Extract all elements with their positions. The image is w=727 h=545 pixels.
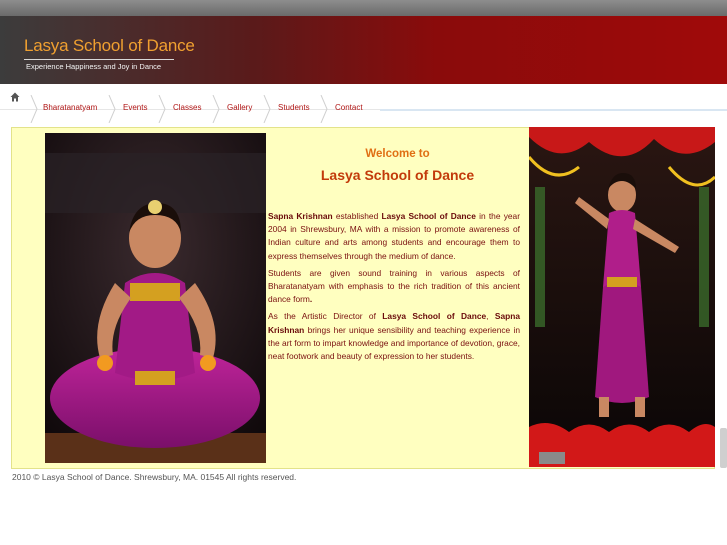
nav-students[interactable]: Students bbox=[278, 103, 310, 112]
browser-top-strip bbox=[0, 0, 727, 16]
nav-contact[interactable]: Contact bbox=[335, 103, 363, 112]
text-span: . bbox=[309, 294, 313, 305]
scrollbar-thumb[interactable] bbox=[720, 428, 727, 468]
footer-copyright: 2010 © Lasya School of Dance. Shrewsbury… bbox=[12, 472, 297, 482]
title-divider bbox=[24, 59, 174, 60]
welcome-heading: Welcome to bbox=[365, 148, 430, 160]
school-name-bold: Lasya School of Dance bbox=[381, 211, 476, 221]
intro-paragraph-3: As the Artistic Director of Lasya School… bbox=[268, 310, 520, 363]
nav-events[interactable]: Events bbox=[123, 103, 147, 112]
intro-paragraph-2: Students are given sound training in var… bbox=[268, 267, 520, 307]
nav-classes[interactable]: Classes bbox=[173, 103, 201, 112]
page: Lasya School of Dance Experience Happine… bbox=[0, 0, 727, 545]
nav-separator bbox=[30, 95, 38, 123]
intro-paragraph-1: Sapna Krishnan established Lasya School … bbox=[268, 210, 520, 263]
main-nav: Bharatanatyam Events Classes Gallery Stu… bbox=[0, 84, 727, 126]
school-name-heading: Lasya School of Dance bbox=[320, 167, 475, 183]
text-span: As the Artistic Director of bbox=[268, 311, 383, 322]
founder-name: Sapna Krishnan bbox=[268, 211, 333, 221]
dancer-photo-left bbox=[45, 133, 266, 463]
text-span: brings her unique sensibility and teachi… bbox=[268, 324, 520, 362]
text-span: Students are given sound training in var… bbox=[268, 267, 520, 305]
text-span: established bbox=[332, 211, 382, 221]
text-span: , bbox=[486, 311, 495, 322]
site-tagline: Experience Happiness and Joy in Dance bbox=[26, 62, 162, 71]
nav-accent-line bbox=[380, 109, 727, 111]
intro-text: Sapna Krishnan established Lasya School … bbox=[268, 210, 520, 367]
home-icon[interactable] bbox=[10, 92, 20, 102]
nav-separator bbox=[108, 95, 116, 123]
nav-gallery[interactable]: Gallery bbox=[227, 103, 252, 112]
nav-bharatanatyam[interactable]: Bharatanatyam bbox=[43, 103, 97, 112]
nav-separator bbox=[212, 95, 220, 123]
dancer-photo-right bbox=[529, 127, 715, 467]
nav-separator bbox=[263, 95, 271, 123]
school-name-bold: Lasya School of Dance bbox=[382, 311, 487, 322]
site-title[interactable]: Lasya School of Dance bbox=[24, 36, 195, 56]
nav-separator bbox=[320, 95, 328, 123]
site-header: Lasya School of Dance Experience Happine… bbox=[0, 16, 727, 84]
nav-separator bbox=[158, 95, 166, 123]
